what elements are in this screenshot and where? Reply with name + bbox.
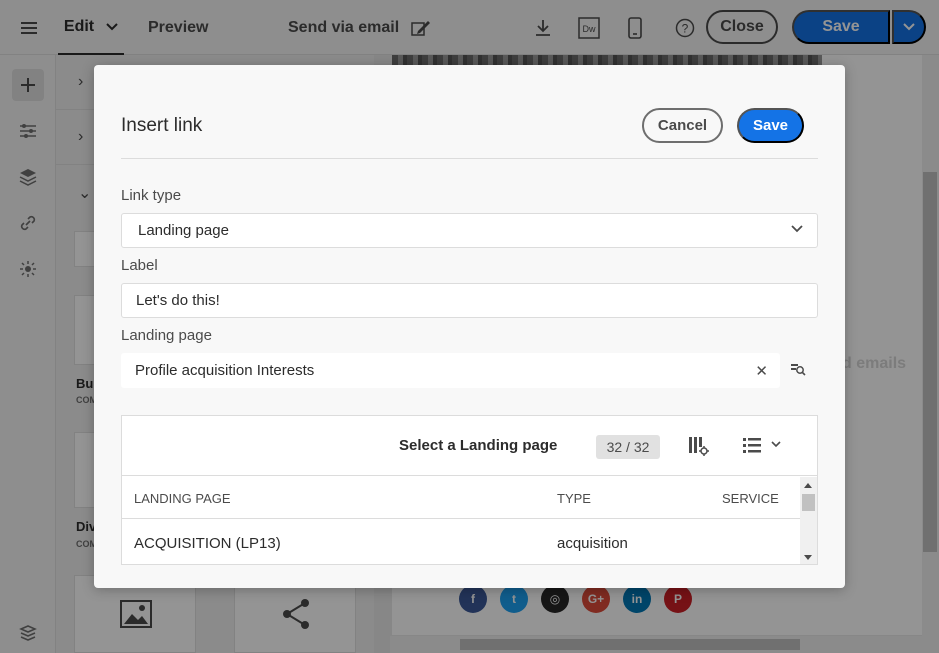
column-header-service[interactable]: SERVICE (722, 491, 779, 506)
cell-landing-page: ACQUISITION (LP13) (134, 535, 281, 552)
column-header-type[interactable]: TYPE (557, 491, 591, 506)
column-header-landing-page[interactable]: LANDING PAGE (134, 491, 231, 506)
landing-page-value: Profile acquisition Interests (135, 362, 315, 379)
landing-page-input[interactable]: Profile acquisition Interests ✕ (121, 353, 780, 388)
insert-link-dialog: Insert link Cancel Save Link type Landin… (94, 65, 845, 588)
clear-icon[interactable]: ✕ (755, 362, 768, 380)
link-type-select[interactable]: Landing page (121, 213, 818, 248)
cell-type: acquisition (557, 535, 628, 552)
link-type-value: Landing page (138, 222, 229, 239)
list-view-icon (743, 438, 781, 453)
label-input-value: Let's do this! (136, 292, 220, 309)
results-count-badge: 32 / 32 (596, 435, 660, 459)
browse-search-icon[interactable] (790, 362, 806, 376)
scroll-up-arrow-icon[interactable] (804, 483, 812, 488)
landing-page-label: Landing page (121, 327, 212, 344)
table-scroll-thumb[interactable] (802, 494, 815, 511)
table-column-headers: LANDING PAGE TYPE SERVICE (122, 477, 800, 519)
scroll-down-arrow-icon[interactable] (804, 555, 812, 560)
dialog-save-button[interactable]: Save (737, 108, 804, 143)
table-header-bar: Select a Landing page 32 / 32 (122, 416, 817, 476)
table-title: Select a Landing page (399, 437, 558, 454)
cancel-button[interactable]: Cancel (642, 108, 723, 143)
label-input[interactable]: Let's do this! (121, 283, 818, 318)
dialog-title: Insert link (121, 115, 203, 136)
table-scrollbar[interactable] (800, 477, 817, 564)
divider (121, 158, 818, 159)
table-row[interactable]: ACQUISITION (LP13) acquisition (122, 520, 800, 564)
label-field-label: Label (121, 257, 158, 274)
link-type-label: Link type (121, 187, 182, 204)
view-mode-toggle[interactable] (742, 435, 782, 460)
landing-page-table: Select a Landing page 32 / 32 LANDING PA… (121, 415, 818, 565)
column-settings-icon[interactable] (688, 435, 710, 457)
chevron-down-icon (791, 225, 803, 233)
